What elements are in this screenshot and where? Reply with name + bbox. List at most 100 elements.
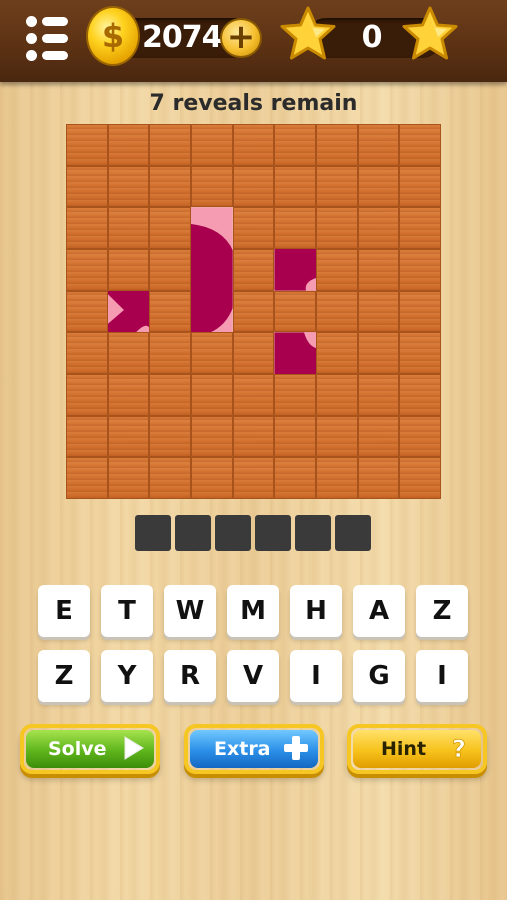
cover-tile[interactable] xyxy=(107,207,150,249)
answer-slot[interactable] xyxy=(175,515,211,551)
cover-tile[interactable] xyxy=(191,374,233,416)
cover-tile[interactable] xyxy=(191,415,233,458)
cover-tile[interactable] xyxy=(149,165,191,208)
cover-tile[interactable] xyxy=(191,124,233,166)
cover-tile[interactable] xyxy=(399,415,441,458)
extra-button[interactable]: Extra xyxy=(184,724,324,774)
cover-tile[interactable] xyxy=(274,207,316,249)
cover-tile[interactable] xyxy=(399,457,441,499)
cover-tile[interactable] xyxy=(232,374,275,416)
cover-tile[interactable] xyxy=(149,249,191,291)
cover-tile[interactable] xyxy=(399,207,441,249)
cover-tile[interactable] xyxy=(316,207,358,249)
letter-key[interactable]: W xyxy=(164,585,216,637)
cover-tile[interactable] xyxy=(316,249,358,291)
cover-tile[interactable] xyxy=(107,165,150,208)
cover-tile[interactable] xyxy=(232,290,275,333)
cover-tile[interactable] xyxy=(316,457,358,499)
cover-tile[interactable] xyxy=(149,457,191,499)
cover-tile[interactable] xyxy=(149,124,191,166)
cover-tile[interactable] xyxy=(316,374,358,416)
cover-tile[interactable] xyxy=(232,415,275,458)
answer-slot[interactable] xyxy=(215,515,251,551)
cover-tile[interactable] xyxy=(316,415,358,458)
letter-key[interactable]: Y xyxy=(101,650,153,702)
cover-tile[interactable] xyxy=(66,207,108,249)
hint-button[interactable]: Hint ? xyxy=(347,724,487,774)
cover-tile[interactable] xyxy=(316,165,358,208)
cover-tile[interactable] xyxy=(66,415,108,458)
cover-tile[interactable] xyxy=(191,165,233,208)
cover-tile[interactable] xyxy=(316,332,358,374)
cover-tile[interactable] xyxy=(107,374,150,416)
cover-tile[interactable] xyxy=(357,332,400,374)
cover-tile[interactable] xyxy=(232,207,275,249)
cover-tile[interactable] xyxy=(107,249,150,291)
cover-tile[interactable] xyxy=(66,290,108,333)
answer-slot[interactable] xyxy=(255,515,291,551)
cover-tile[interactable] xyxy=(107,332,150,374)
cover-tile[interactable] xyxy=(316,290,358,333)
letter-key[interactable]: I xyxy=(416,650,468,702)
cover-tile[interactable] xyxy=(399,165,441,208)
letter-key[interactable]: H xyxy=(290,585,342,637)
cover-tile[interactable] xyxy=(357,165,400,208)
cover-tile[interactable] xyxy=(66,165,108,208)
cover-tile[interactable] xyxy=(191,457,233,499)
cover-tile[interactable] xyxy=(66,249,108,291)
letter-key[interactable]: I xyxy=(290,650,342,702)
letter-key[interactable]: E xyxy=(38,585,90,637)
cover-tile[interactable] xyxy=(232,249,275,291)
cover-tile[interactable] xyxy=(232,165,275,208)
cover-tile[interactable] xyxy=(357,290,400,333)
cover-tile[interactable] xyxy=(357,374,400,416)
cover-tile[interactable] xyxy=(149,374,191,416)
cover-tile[interactable] xyxy=(357,124,400,166)
cover-tile[interactable] xyxy=(399,374,441,416)
cover-tile[interactable] xyxy=(399,332,441,374)
cover-tile[interactable] xyxy=(357,457,400,499)
cover-tile[interactable] xyxy=(274,374,316,416)
cover-tile[interactable] xyxy=(274,165,316,208)
solve-button[interactable]: Solve xyxy=(20,724,160,774)
cover-tile[interactable] xyxy=(232,332,275,374)
cover-tile[interactable] xyxy=(399,249,441,291)
cover-tile[interactable] xyxy=(274,124,316,166)
cover-tile[interactable] xyxy=(357,415,400,458)
cover-tile[interactable] xyxy=(274,415,316,458)
cover-tile[interactable] xyxy=(232,457,275,499)
cover-tile[interactable] xyxy=(191,332,233,374)
letter-key[interactable]: T xyxy=(101,585,153,637)
cover-tile[interactable] xyxy=(66,374,108,416)
cover-tile[interactable] xyxy=(399,290,441,333)
cover-tile[interactable] xyxy=(232,124,275,166)
letter-key[interactable]: Z xyxy=(38,650,90,702)
menu-button[interactable] xyxy=(22,16,74,64)
add-coins-button[interactable]: + xyxy=(220,18,262,58)
cover-tile[interactable] xyxy=(149,207,191,249)
cover-tile[interactable] xyxy=(149,415,191,458)
answer-slot[interactable] xyxy=(135,515,171,551)
cover-tile[interactable] xyxy=(357,207,400,249)
cover-tile[interactable] xyxy=(149,290,191,333)
cover-tile[interactable] xyxy=(399,124,441,166)
letter-key[interactable]: Z xyxy=(416,585,468,637)
letter-key[interactable]: R xyxy=(164,650,216,702)
cover-tile[interactable] xyxy=(274,290,316,333)
cover-tile[interactable] xyxy=(66,457,108,499)
cover-tile[interactable] xyxy=(274,457,316,499)
cover-tile[interactable] xyxy=(149,332,191,374)
cover-tile[interactable] xyxy=(357,249,400,291)
cover-tile[interactable] xyxy=(66,332,108,374)
letter-key[interactable]: V xyxy=(227,650,279,702)
answer-slot[interactable] xyxy=(295,515,331,551)
letter-key[interactable]: A xyxy=(353,585,405,637)
cover-tile[interactable] xyxy=(107,415,150,458)
cover-tile[interactable] xyxy=(107,457,150,499)
cover-tile[interactable] xyxy=(316,124,358,166)
cover-tile[interactable] xyxy=(107,124,150,166)
letter-key[interactable]: M xyxy=(227,585,279,637)
letter-key[interactable]: G xyxy=(353,650,405,702)
answer-slot[interactable] xyxy=(335,515,371,551)
cover-tile[interactable] xyxy=(66,124,108,166)
